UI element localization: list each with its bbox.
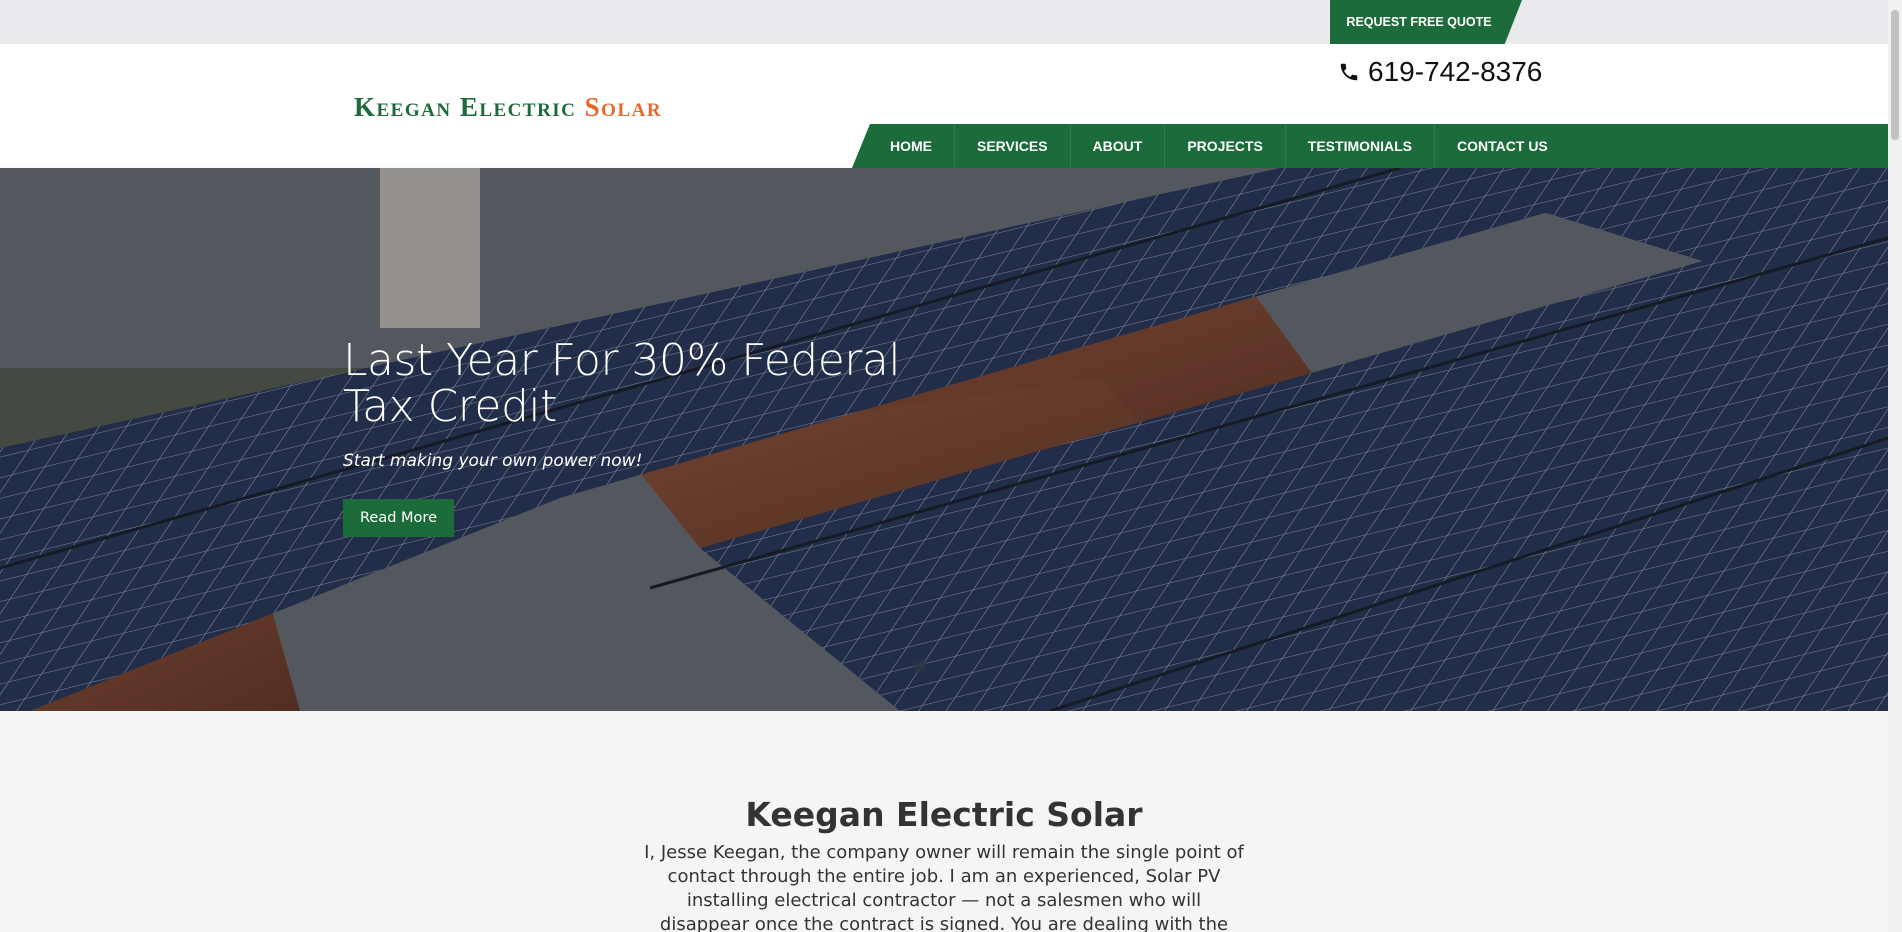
scrollbar[interactable]	[1888, 0, 1902, 932]
about-heading: Keegan Electric Solar	[745, 795, 1143, 834]
top-bar: REQUEST FREE QUOTE	[0, 0, 1888, 44]
about-section: Keegan Electric Solar I, Jesse Keegan, t…	[0, 711, 1888, 932]
nav-item-contact-us[interactable]: CONTACT US	[1435, 124, 1570, 168]
nav-item-home[interactable]: HOME	[868, 124, 955, 168]
phone-text: 619-742-8376	[1368, 56, 1543, 87]
nav-item-about[interactable]: ABOUT	[1071, 124, 1166, 168]
nav-item-projects[interactable]: PROJECTS	[1165, 124, 1286, 168]
nav-item-testimonials[interactable]: TESTIMONIALS	[1286, 124, 1436, 168]
site-logo[interactable]: Keegan Electric Solar	[354, 92, 662, 123]
hero-subtitle: Start making your own power now!	[343, 451, 643, 471]
phone-number[interactable]: 619-742-8376	[1338, 56, 1542, 88]
site-header: Keegan Electric Solar 619-742-8376 HOME …	[0, 44, 1888, 168]
logo-text-keegan-electric: Keegan Electric	[354, 92, 585, 122]
hero-slider: Last Year For 30% Federal Tax Credit Sta…	[0, 168, 1888, 711]
logo-text-solar: Solar	[584, 92, 663, 122]
slider-dot[interactable]	[914, 661, 926, 673]
main-nav: HOME SERVICES ABOUT PROJECTS TESTIMONIAL…	[852, 124, 1888, 168]
scrollbar-thumb[interactable]	[1891, 10, 1899, 140]
about-body: I, Jesse Keegan, the company owner will …	[644, 842, 1244, 932]
read-more-button[interactable]: Read More	[343, 499, 454, 537]
nav-item-services[interactable]: SERVICES	[955, 124, 1071, 168]
request-quote-button[interactable]: REQUEST FREE QUOTE	[1330, 0, 1522, 44]
hero-overlay	[0, 168, 1888, 711]
hero-title: Last Year For 30% Federal Tax Credit	[343, 335, 901, 432]
phone-icon	[1340, 63, 1358, 81]
